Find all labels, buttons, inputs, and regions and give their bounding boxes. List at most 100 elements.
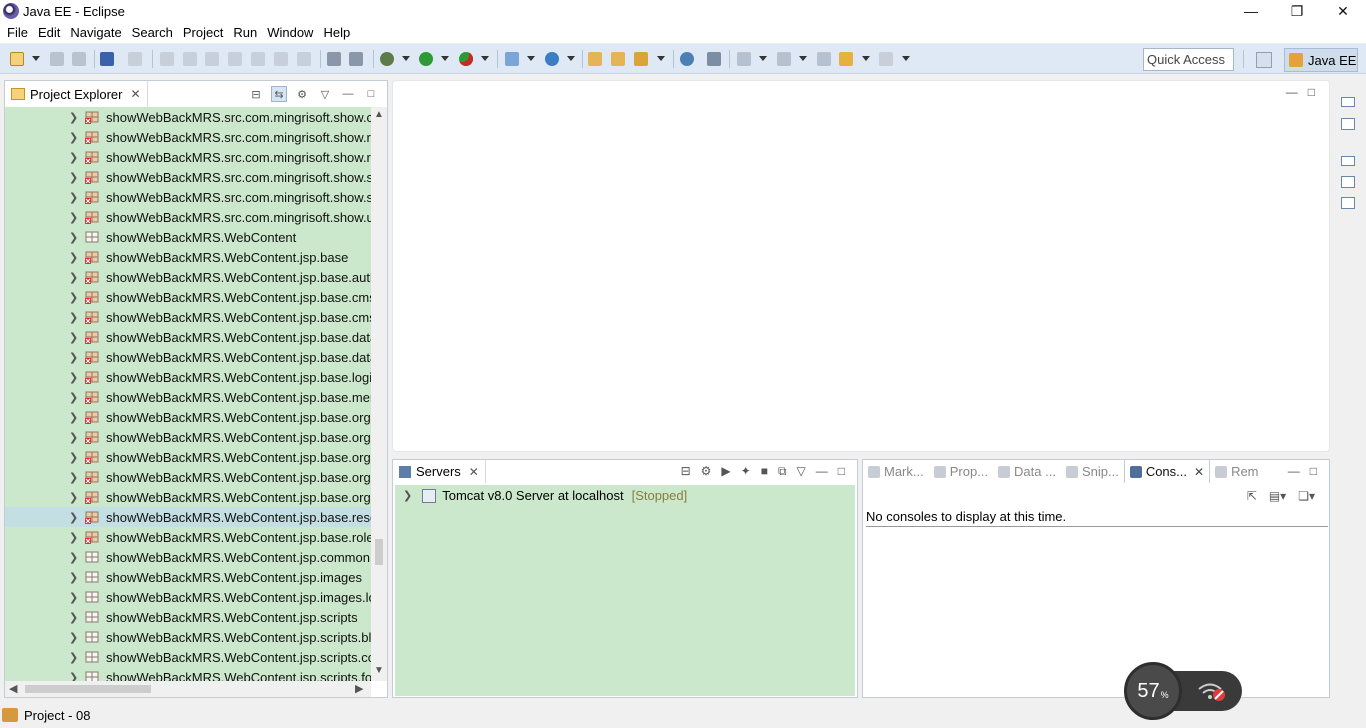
tab-data-source[interactable]: Data ... [993, 460, 1061, 483]
menu-navigate[interactable]: Navigate [65, 25, 126, 40]
outline-icon[interactable] [1341, 176, 1355, 188]
debug-icon[interactable] [380, 52, 394, 66]
tree-item[interactable]: ❯ showWebBackMRS.WebContent.jsp.images.lo [5, 587, 371, 607]
tree-item[interactable]: ❯ showWebBackMRS.WebContent.jsp.base.data [5, 327, 371, 347]
expand-chevron-icon[interactable]: ❯ [69, 251, 78, 264]
new-server-dropdown-icon[interactable] [527, 56, 535, 61]
previous-annotation-icon[interactable] [777, 52, 791, 66]
new-class-dropdown-icon[interactable] [567, 56, 575, 61]
network-speed-widget[interactable]: 57% [1124, 662, 1242, 720]
step-return-icon[interactable] [297, 52, 311, 66]
expand-chevron-icon[interactable]: ❯ [69, 231, 78, 244]
server-item[interactable]: ❯ Tomcat v8.0 Server at localhost [Stopp… [403, 488, 687, 503]
tree-item[interactable]: ❯ showWebBackMRS.WebContent.jsp.scripts [5, 607, 371, 627]
expand-chevron-icon[interactable]: ❯ [69, 671, 78, 682]
close-button[interactable]: ✕ [1320, 0, 1366, 22]
quick-access-input[interactable]: Quick Access [1143, 48, 1234, 71]
new-dropdown-icon[interactable] [32, 56, 40, 61]
tree-item[interactable]: ❯ showWebBackMRS.src.com.mingrisoft.show.… [5, 187, 371, 207]
scroll-left-icon[interactable]: ◀ [9, 682, 17, 695]
menu-project[interactable]: Project [178, 25, 228, 40]
expand-chevron-icon[interactable]: ❯ [69, 171, 78, 184]
expand-chevron-icon[interactable]: ❯ [69, 411, 78, 424]
expand-chevron-icon[interactable]: ❯ [403, 489, 412, 502]
menu-edit[interactable]: Edit [33, 25, 65, 40]
search-icon[interactable] [634, 52, 648, 66]
publish-icon[interactable]: ⧉ [778, 464, 787, 479]
suspend-icon[interactable] [183, 52, 197, 66]
expand-chevron-icon[interactable]: ❯ [69, 331, 78, 344]
expand-chevron-icon[interactable]: ❯ [69, 531, 78, 544]
search-dropdown-icon[interactable] [657, 56, 665, 61]
expand-chevron-icon[interactable]: ❯ [69, 491, 78, 504]
close-icon[interactable]: ✕ [469, 465, 479, 479]
tree-item[interactable]: ❯ showWebBackMRS.src.com.mingrisoft.show.… [5, 167, 371, 187]
tab-project-explorer[interactable]: Project Explorer ✕ [5, 81, 148, 107]
tree-item[interactable]: ❯ showWebBackMRS.WebContent.jsp.scripts.f… [5, 667, 371, 681]
expand-chevron-icon[interactable]: ❯ [69, 571, 78, 584]
skip-breakpoints-icon[interactable] [128, 52, 142, 66]
run-external-icon[interactable] [459, 52, 473, 66]
open-type-icon[interactable] [588, 52, 602, 66]
tree-item[interactable]: ❯ showWebBackMRS.src.com.mingrisoft.show.… [5, 207, 371, 227]
scrollbar-thumb[interactable] [25, 685, 151, 693]
external-dropdown-icon[interactable] [481, 56, 489, 61]
maximize-icon[interactable]: □ [1310, 464, 1317, 478]
tree-item[interactable]: ❯ showWebBackMRS.WebContent.jsp.base.org [5, 447, 371, 467]
expand-chevron-icon[interactable]: ❯ [69, 311, 78, 324]
terminate-icon[interactable] [205, 52, 219, 66]
scrollbar-thumb[interactable] [375, 539, 383, 565]
tree-item[interactable]: ❯ showWebBackMRS.WebContent.jsp.base.mer [5, 387, 371, 407]
minimize-icon[interactable]: — [1286, 85, 1298, 99]
close-icon[interactable]: ✕ [1194, 465, 1204, 479]
open-console-icon[interactable]: ❏▾ [1298, 489, 1315, 503]
expand-chevron-icon[interactable]: ❯ [69, 111, 78, 124]
tree-item[interactable]: ❯ showWebBackMRS.WebContent.jsp.base.org [5, 427, 371, 447]
menu-help[interactable]: Help [318, 25, 355, 40]
tree-item[interactable]: ❯ showWebBackMRS.WebContent.jsp.base.cms [5, 287, 371, 307]
forward-arrow-icon[interactable] [879, 52, 893, 66]
tree-item[interactable]: ❯ showWebBackMRS.WebContent.jsp.scripts.b… [5, 627, 371, 647]
tree-item[interactable]: ❯ showWebBackMRS.WebContent.jsp.images [5, 567, 371, 587]
expand-chevron-icon[interactable]: ❯ [69, 611, 78, 624]
drop-to-frame-icon[interactable] [327, 52, 341, 66]
step-over-icon[interactable] [274, 52, 288, 66]
tree-item[interactable]: ❯ showWebBackMRS.src.com.mingrisoft.show.… [5, 107, 371, 127]
last-edit-icon[interactable] [817, 52, 831, 66]
restore-icon[interactable] [1341, 156, 1355, 166]
task-list-icon[interactable] [1341, 197, 1355, 209]
profile-server-icon[interactable]: ✦ [741, 464, 751, 479]
minimize-button[interactable]: — [1228, 0, 1274, 22]
tree-item[interactable]: ❯ showWebBackMRS.WebContent [5, 227, 371, 247]
tree-item[interactable]: ❯ showWebBackMRS.WebContent.jsp.base.data [5, 347, 371, 367]
expand-chevron-icon[interactable]: ❯ [69, 191, 78, 204]
minimize-icon[interactable]: — [340, 86, 356, 102]
minimize-icon[interactable]: — [816, 464, 828, 479]
tab-servers[interactable]: Servers ✕ [393, 460, 486, 483]
collapse-all-icon[interactable]: ⊟ [248, 86, 264, 102]
scroll-right-icon[interactable]: ▶ [355, 682, 363, 695]
back-arrow-icon[interactable] [839, 52, 853, 66]
scroll-up-icon[interactable]: ▲ [374, 109, 384, 120]
expand-chevron-icon[interactable]: ❯ [69, 591, 78, 604]
expand-chevron-icon[interactable]: ❯ [69, 151, 78, 164]
maximize-icon[interactable]: □ [363, 86, 379, 102]
link-with-editor-icon[interactable]: ⇆ [271, 86, 287, 102]
run-icon[interactable] [419, 52, 433, 66]
tab-snippets[interactable]: Snip... [1061, 460, 1124, 483]
restore-button[interactable]: ❐ [1274, 0, 1320, 22]
stop-server-icon[interactable]: ■ [761, 464, 768, 479]
expand-chevron-icon[interactable]: ❯ [69, 211, 78, 224]
menu-run[interactable]: Run [228, 25, 262, 40]
use-step-filters-icon[interactable] [349, 52, 363, 66]
expand-chevron-icon[interactable]: ❯ [69, 551, 78, 564]
tree-item[interactable]: ❯ showWebBackMRS.WebContent.jsp.base [5, 247, 371, 267]
tab-properties[interactable]: Prop... [929, 460, 993, 483]
debug-dropdown-icon[interactable] [402, 56, 410, 61]
display-console-icon[interactable]: ▤▾ [1269, 489, 1286, 503]
tree-item[interactable]: ❯ showWebBackMRS.WebContent.jsp.base.org [5, 467, 371, 487]
tab-markers[interactable]: Mark... [863, 460, 929, 483]
forward-dropdown-icon[interactable] [902, 56, 910, 61]
save-icon[interactable] [50, 52, 64, 66]
menu-window[interactable]: Window [262, 25, 318, 40]
